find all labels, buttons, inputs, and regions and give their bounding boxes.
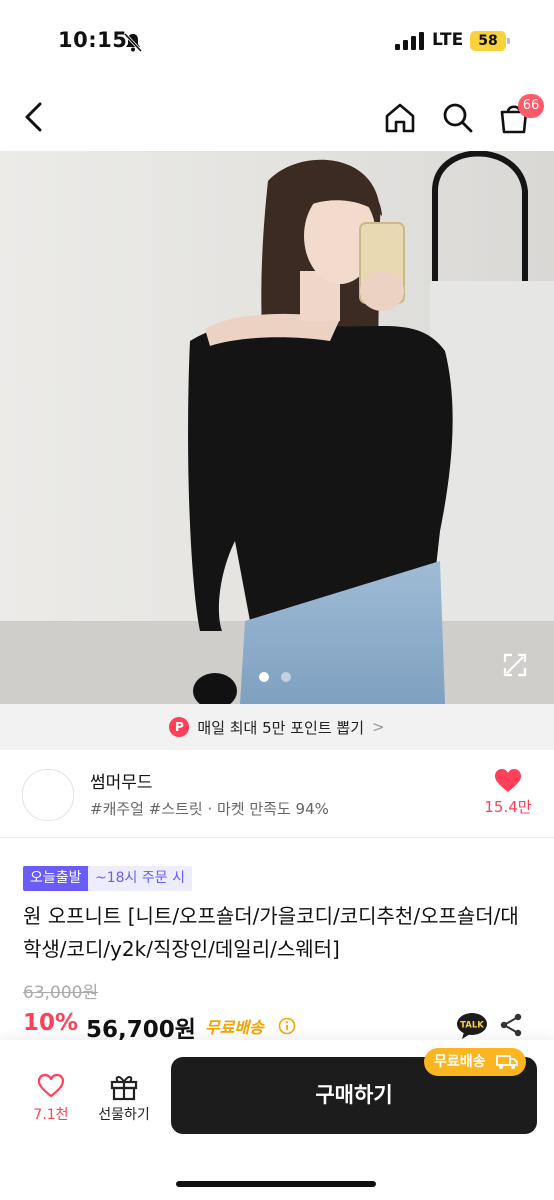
product-title: 원 오프니트 [니트/오프숄더/가을코디/코디추천/오프숄더/대학생/코디/y2… — [23, 904, 519, 961]
store-avatar[interactable] — [22, 769, 74, 821]
carousel-dot[interactable] — [281, 672, 291, 682]
sale-price: 56,700원 — [86, 1017, 196, 1043]
home-indicator — [176, 1181, 376, 1187]
gift-icon[interactable] — [108, 1071, 140, 1101]
heart-filled-icon[interactable] — [494, 768, 522, 794]
divider — [0, 837, 554, 838]
points-banner-text: 매일 최대 5만 포인트 뽑기 — [197, 718, 365, 737]
talk-icon[interactable]: TALK — [456, 1012, 488, 1040]
today-shipping-badge: 오늘출발 — [23, 866, 89, 891]
original-price: 63,000원 — [23, 983, 99, 1003]
battery-percent: 58 — [478, 33, 498, 49]
points-banner[interactable]: P 매일 최대 5만 포인트 뽑기 > — [0, 704, 554, 750]
talk-icon-text: TALK — [460, 1021, 484, 1031]
heart-outline-icon[interactable] — [37, 1073, 65, 1099]
gift-label[interactable]: 선물하기 — [88, 1104, 160, 1124]
search-icon[interactable] — [438, 98, 478, 138]
share-icon[interactable] — [498, 1012, 524, 1038]
bell-muted-icon — [123, 32, 143, 53]
truck-icon — [496, 1055, 518, 1069]
network-label: LTE — [432, 30, 464, 50]
product-photo-illustration — [0, 151, 554, 704]
signal-icon — [395, 32, 424, 50]
order-deadline-badge: ~18시 주문 시 — [88, 866, 192, 891]
points-icon: P — [169, 717, 190, 737]
discount-rate: 10% — [23, 1010, 79, 1036]
store-like-count: 15.4만 — [484, 798, 532, 816]
status-time: 10:15 — [58, 28, 128, 52]
product-image[interactable] — [0, 151, 554, 704]
back-icon[interactable] — [18, 100, 52, 134]
free-shipping-label: 무료배송 — [205, 1018, 264, 1037]
expand-icon[interactable] — [502, 652, 528, 678]
like-count[interactable]: 7.1천 — [20, 1104, 82, 1124]
carousel-dot-active[interactable] — [259, 672, 269, 682]
store-tags: #캐주얼 #스트릿 · 마켓 만족도 94% — [90, 800, 329, 818]
chevron-right-icon: > — [372, 718, 385, 736]
info-icon[interactable] — [278, 1017, 296, 1035]
home-icon[interactable] — [380, 98, 420, 138]
cart-count-badge: 66 — [518, 94, 544, 118]
carousel-indicator — [259, 667, 303, 686]
store-name[interactable]: 썸머무드 — [90, 768, 153, 793]
